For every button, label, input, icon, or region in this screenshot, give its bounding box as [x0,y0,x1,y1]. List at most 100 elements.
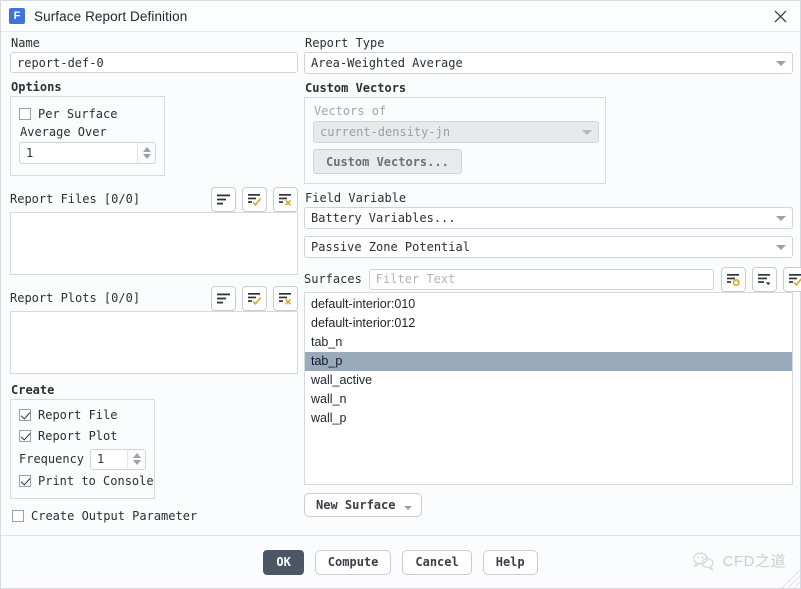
list-item[interactable]: tab_n [305,333,792,352]
fluent-app-icon: F [9,8,25,24]
report-type-value: Area-Weighted Average [311,56,463,70]
custom-vectors-label: Custom Vectors [305,81,407,95]
surfaces-label: Surfaces [304,272,362,286]
report-plots-actions [211,285,298,311]
surfaces-list[interactable]: default-interior:010 default-interior:012… [304,292,793,485]
list-delete-glyph [279,193,292,206]
custom-vectors-button[interactable]: Custom Vectors... [313,149,462,174]
surfaces-header: Surfaces Filter Text [304,266,801,292]
close-glyph [774,10,786,22]
report-files-actions [211,186,298,212]
cancel-button[interactable]: Cancel [402,549,472,575]
stepper-up-icon[interactable] [132,453,141,458]
list-select-icon[interactable] [720,266,746,292]
stepper-down-icon[interactable] [132,460,141,465]
create-output-parameter-checkbox[interactable] [12,510,24,522]
field-variable-label: Field Variable [305,191,407,205]
list-item[interactable]: wall_p [305,409,792,428]
list-check-icon[interactable] [782,266,801,292]
compute-button[interactable]: Compute [314,549,392,575]
new-surface-button[interactable]: New Surface [304,493,423,517]
frequency-label: Frequency [19,452,85,466]
list-check-icon[interactable] [242,285,267,311]
average-over-label: Average Over [20,125,107,139]
corner-fold-decoration [781,569,800,588]
stepper-up-icon[interactable] [142,147,151,152]
frequency-stepper[interactable]: 1 [90,448,146,470]
list-item[interactable]: wall_n [305,390,792,409]
per-surface-label: Per Surface [38,107,118,121]
report-plots-list[interactable] [10,311,298,374]
list-check-glyph [248,193,262,206]
dialog-body: Name report-def-0 Options Per Surface Av… [1,32,801,535]
frequency-arrows[interactable] [127,449,145,469]
average-over-arrows[interactable] [137,143,155,163]
field-variable-select[interactable]: Passive Zone Potential [304,236,793,258]
list-icon[interactable] [211,285,236,311]
options-label: Options [11,80,62,94]
help-button[interactable]: Help [482,549,538,575]
vectors-of-value: current-density-jn [320,125,451,139]
print-to-console-row[interactable]: Print to Console [19,471,154,491]
chevron-down-icon[interactable] [776,215,786,221]
report-plots-header: Report Plots [0/0] [10,285,298,311]
list-item[interactable]: tab_p [305,352,792,371]
field-variable-category-select[interactable]: Battery Variables... [304,207,793,229]
ok-button[interactable]: OK [263,549,304,575]
create-label: Create [11,383,55,397]
list-item[interactable]: wall_active [305,371,792,390]
list-check-glyph [788,273,801,286]
per-surface-row[interactable]: Per Surface [19,104,156,124]
report-file-label: Report File [38,408,118,422]
options-group: Per Surface Average Over 1 [10,96,165,176]
list-check-icon[interactable] [242,186,267,212]
stepper-down-icon[interactable] [142,154,151,159]
report-file-row[interactable]: Report File [19,405,146,425]
report-plot-checkbox[interactable] [19,430,31,442]
window-title: Surface Report Definition [34,8,188,24]
watermark-text: CFD之道 [722,553,786,570]
list-item[interactable]: default-interior:010 [305,295,792,314]
list-item[interactable]: default-interior:012 [305,314,792,333]
report-files-list[interactable] [10,212,298,275]
chevron-down-icon[interactable] [582,129,592,135]
close-icon[interactable] [760,1,800,31]
chevron-down-icon[interactable] [404,505,413,510]
new-surface-label: New Surface [316,498,396,512]
new-surface-wrap: New Surface [304,493,793,517]
report-type-select[interactable]: Area-Weighted Average [304,52,793,74]
name-input-value: report-def-0 [17,55,104,70]
per-surface-checkbox[interactable] [19,108,31,120]
list-glyph [217,293,230,303]
frequency-value: 1 [97,452,105,466]
report-files-header: Report Files [0/0] [10,186,298,212]
dialog-footer: OK Compute Cancel Help CFD之道 [1,535,800,588]
field-variable-category-value: Battery Variables... [311,211,456,225]
create-output-parameter-label: Create Output Parameter [31,509,198,523]
report-type-label: Report Type [305,36,385,50]
vectors-of-select[interactable]: current-density-jn [313,121,599,143]
list-dropdown-glyph [757,273,771,285]
report-plot-row[interactable]: Report Plot [19,426,146,446]
create-output-parameter-row[interactable]: Create Output Parameter [12,506,298,526]
report-file-checkbox[interactable] [19,409,31,421]
create-group: Report File Report Plot Frequency 1 Prin… [10,399,155,499]
list-delete-icon[interactable] [273,186,298,212]
report-plot-label: Report Plot [38,429,118,443]
average-over-stepper[interactable]: 1 [19,142,156,164]
custom-vectors-group: Vectors of current-density-jn Custom Vec… [304,97,606,184]
list-delete-icon[interactable] [273,285,298,311]
list-icon[interactable] [211,186,236,212]
surfaces-filter-input[interactable]: Filter Text [368,268,714,290]
list-dropdown-icon[interactable] [751,266,777,292]
surface-report-definition-dialog: F Surface Report Definition Name report-… [0,0,801,589]
name-input[interactable]: report-def-0 [10,52,298,73]
report-files-label: Report Files [0/0] [10,192,141,206]
chevron-down-icon[interactable] [776,60,786,66]
chevron-down-icon[interactable] [776,244,786,250]
vectors-of-label: Vectors of [314,104,387,118]
left-column: Name report-def-0 Options Per Surface Av… [10,36,298,527]
print-to-console-checkbox[interactable] [19,475,31,487]
report-plots-label: Report Plots [0/0] [10,291,141,305]
frequency-row: Frequency 1 [19,447,146,471]
